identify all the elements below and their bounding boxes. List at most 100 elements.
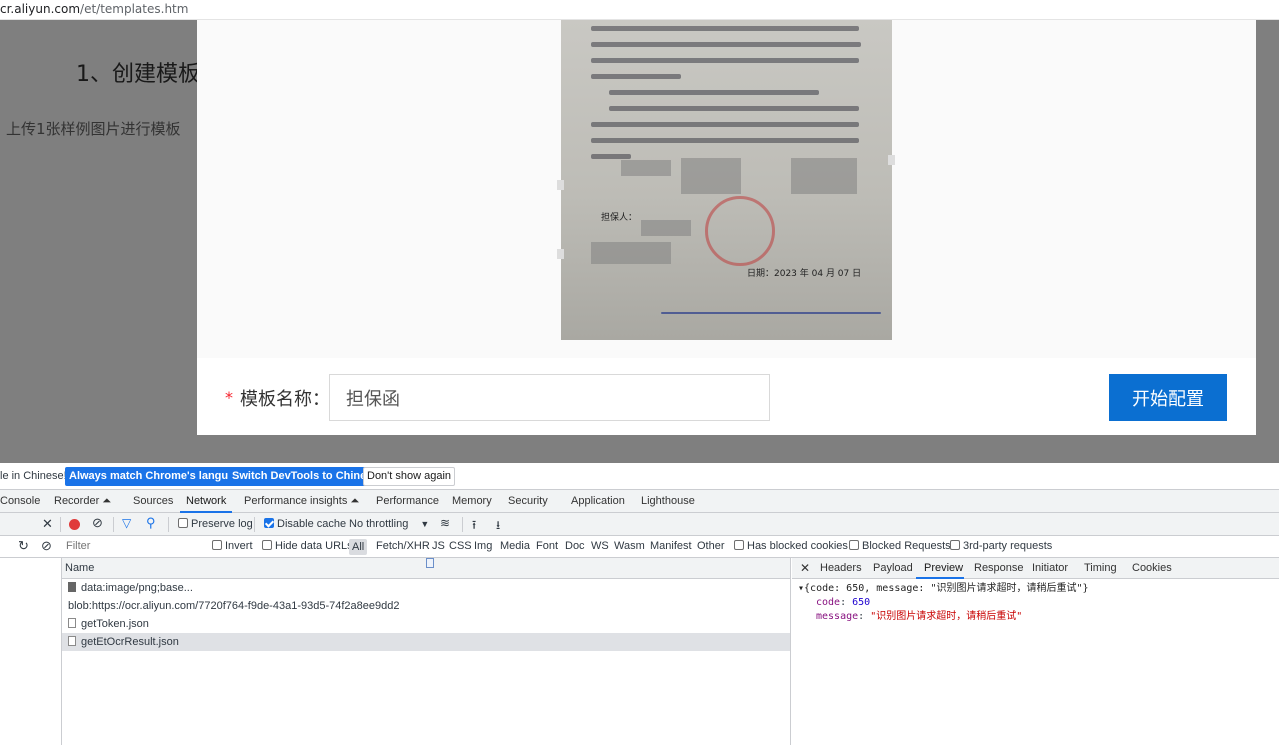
detail-tab-payload[interactable]: Payload bbox=[873, 562, 913, 574]
filter-type-other[interactable]: Other bbox=[697, 540, 725, 552]
active-detail-tab-indicator bbox=[916, 577, 964, 579]
crop-handle-left[interactable] bbox=[557, 180, 564, 190]
detail-tab-headers[interactable]: Headers bbox=[820, 562, 862, 574]
filter-type-font[interactable]: Font bbox=[536, 540, 558, 552]
always-match-language-button[interactable]: Always match Chrome's language bbox=[65, 467, 252, 486]
template-modal: 担保人： 日期：2023 年 04 月 07 日 * 模板名称： 开始配置 bbox=[197, 20, 1256, 435]
tab-security[interactable]: Security bbox=[508, 495, 548, 507]
disable-cache-checkbox[interactable]: Disable cache bbox=[264, 518, 346, 530]
start-config-button[interactable]: 开始配置 bbox=[1109, 374, 1227, 421]
detail-tab-response[interactable]: Response bbox=[974, 562, 1024, 574]
blocked-cookies-label: Has blocked cookies bbox=[747, 540, 848, 552]
search-icon[interactable]: ⚲ bbox=[146, 515, 156, 531]
crop-handle-right[interactable] bbox=[888, 155, 895, 165]
devtools-tabbar: Console Recorder ⏶ Sources Network Perfo… bbox=[0, 490, 1279, 513]
request-name: getEtOcrResult.json bbox=[81, 636, 179, 648]
detail-tab-preview[interactable]: Preview bbox=[924, 562, 963, 574]
close-icon[interactable]: ✕ bbox=[42, 516, 53, 532]
third-party-label: 3rd-party requests bbox=[963, 540, 1053, 552]
filter-input[interactable] bbox=[62, 538, 202, 555]
blocked-requests-label: Blocked Requests bbox=[862, 540, 951, 552]
tab-performance-insights[interactable]: Performance insights ⏶ bbox=[244, 495, 359, 508]
close-detail-icon[interactable]: ✕ bbox=[800, 561, 810, 575]
network-conditions-icon[interactable]: ≋ bbox=[440, 516, 450, 530]
filter-icon[interactable]: ▽ bbox=[122, 516, 131, 530]
filter-type-js[interactable]: JS bbox=[432, 540, 445, 552]
doc-guarantor-label: 担保人： bbox=[601, 213, 638, 223]
doc-date: 日期：2023 年 04 月 07 日 bbox=[747, 269, 862, 279]
request-detail-panel: ✕ Headers Payload Preview Response Initi… bbox=[792, 558, 1279, 745]
devtools-panel: le in Chinese! Always match Chrome's lan… bbox=[0, 463, 1279, 745]
crop-handle-left-lower[interactable] bbox=[557, 249, 564, 259]
url-path: /et/templates.htm bbox=[80, 2, 189, 16]
chevron-down-icon: ▼ bbox=[420, 519, 430, 529]
filter-type-wasm[interactable]: Wasm bbox=[614, 540, 645, 552]
record-icon[interactable] bbox=[69, 519, 80, 533]
filter-type-fetch-xhr[interactable]: Fetch/XHR bbox=[376, 540, 430, 552]
json-summary: {code: 650, message: "识别图片请求超时，请稍后重试"} bbox=[804, 583, 1089, 594]
tab-application[interactable]: Application bbox=[571, 495, 625, 507]
json-code-row: code: 650 bbox=[816, 597, 871, 608]
filter-type-doc[interactable]: Doc bbox=[565, 540, 585, 552]
tab-console[interactable]: Console bbox=[0, 495, 40, 507]
network-area: Name data:image/png;base... blob:https:/… bbox=[0, 558, 1279, 745]
tab-performance[interactable]: Performance bbox=[376, 495, 439, 507]
blocked-cookies-checkbox[interactable]: Has blocked cookies bbox=[734, 540, 848, 552]
detail-tab-timing[interactable]: Timing bbox=[1084, 562, 1117, 574]
left-panel bbox=[0, 558, 62, 745]
hide-data-urls-label: Hide data URLs bbox=[275, 540, 353, 552]
filter-type-media[interactable]: Media bbox=[500, 540, 530, 552]
filter-type-manifest[interactable]: Manifest bbox=[650, 540, 692, 552]
tab-network[interactable]: Network bbox=[186, 495, 226, 507]
json-value-code: 650 bbox=[852, 597, 871, 608]
address-bar[interactable]: cr.aliyun.com/et/templates.htm bbox=[0, 0, 1279, 20]
required-mark: * bbox=[225, 388, 233, 407]
switch-to-chinese-button[interactable]: Switch DevTools to Chinese bbox=[228, 467, 383, 486]
hide-data-urls-checkbox[interactable]: Hide data URLs bbox=[262, 540, 353, 552]
json-message-row: message: "识别图片请求超时，请稍后重试" bbox=[816, 611, 1023, 622]
detail-tab-initiator[interactable]: Initiator bbox=[1032, 562, 1068, 574]
blocked-requests-checkbox[interactable]: Blocked Requests bbox=[849, 540, 951, 552]
tab-lighthouse[interactable]: Lighthouse bbox=[641, 495, 695, 507]
tab-memory[interactable]: Memory bbox=[452, 495, 492, 507]
invert-checkbox[interactable]: Invert bbox=[212, 540, 253, 552]
template-name-form: * 模板名称： 开始配置 bbox=[197, 358, 1256, 435]
clear-icon[interactable]: ⊘ bbox=[92, 515, 103, 531]
filter-type-img[interactable]: Img bbox=[474, 540, 492, 552]
image-file-icon bbox=[68, 582, 76, 592]
table-row-selected[interactable]: getEtOcrResult.json bbox=[62, 633, 790, 651]
table-row[interactable]: data:image/png;base... bbox=[62, 579, 790, 597]
throttling-select[interactable]: No throttling ▼ bbox=[349, 518, 429, 530]
export-har-icon[interactable]: ⭳ bbox=[496, 516, 500, 537]
detail-tab-cookies[interactable]: Cookies bbox=[1132, 562, 1172, 574]
filter-type-css[interactable]: CSS bbox=[449, 540, 472, 552]
json-key-code: code bbox=[816, 597, 841, 608]
document-file-icon bbox=[426, 558, 434, 568]
sample-document-image[interactable]: 担保人： 日期：2023 年 04 月 07 日 bbox=[561, 20, 892, 340]
template-name-input[interactable] bbox=[329, 374, 770, 421]
third-party-checkbox[interactable]: 3rd-party requests bbox=[950, 540, 1052, 552]
red-seal bbox=[705, 196, 775, 266]
refresh-icon[interactable]: ↻ bbox=[18, 538, 29, 554]
table-row[interactable]: blob:https://ocr.aliyun.com/7720f764-f9d… bbox=[62, 558, 790, 615]
network-toolbar: ✕ ⊘ ▽ ⚲ Preserve log Disable cache No th… bbox=[0, 513, 1279, 536]
tab-sources[interactable]: Sources bbox=[133, 495, 173, 507]
table-row[interactable]: getToken.json bbox=[62, 615, 790, 633]
json-key-message: message bbox=[816, 611, 859, 622]
throttling-value: No throttling bbox=[349, 518, 409, 530]
preserve-log-checkbox[interactable]: Preserve log bbox=[178, 518, 253, 530]
filter-type-all[interactable]: All bbox=[349, 539, 368, 555]
tab-recorder[interactable]: Recorder ⏶ bbox=[54, 495, 111, 508]
invert-label: Invert bbox=[225, 540, 253, 552]
file-icon bbox=[68, 636, 76, 646]
template-name-label: 模板名称： bbox=[240, 389, 330, 410]
web-page: 1、创建模板 上传1张样例图片进行模板 担保人： bbox=[0, 20, 1279, 463]
json-summary-row[interactable]: ▾{code: 650, message: "识别图片请求超时，请稍后重试"} bbox=[798, 582, 1089, 596]
image-preview-area: 担保人： 日期：2023 年 04 月 07 日 bbox=[197, 20, 1256, 358]
dont-show-again-button[interactable]: Don't show again bbox=[363, 467, 456, 486]
url-host: cr.aliyun.com bbox=[0, 2, 81, 16]
filter-type-ws[interactable]: WS bbox=[591, 540, 609, 552]
import-har-icon[interactable]: ⭱ bbox=[472, 516, 476, 537]
block-icon[interactable]: ⊘ bbox=[41, 538, 52, 554]
request-name: getToken.json bbox=[81, 618, 149, 630]
